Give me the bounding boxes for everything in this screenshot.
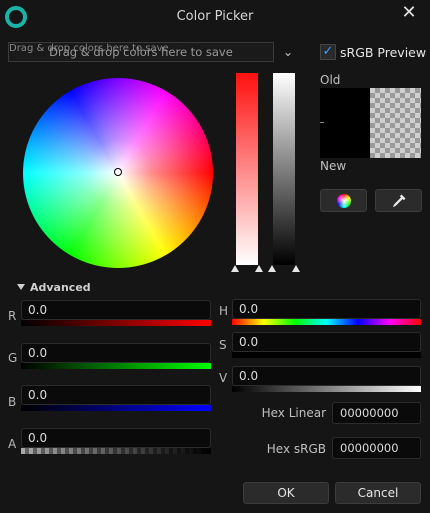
b-gradient-slider[interactable] (21, 405, 211, 411)
drop-zone-label: Drag & drop colors here to save (49, 45, 233, 59)
saturation-slider[interactable] (236, 73, 258, 265)
srgb-preview-label: sRGB Preview (340, 45, 427, 60)
old-color-label: Old (320, 73, 341, 87)
g-gradient-slider[interactable] (21, 363, 211, 369)
r-label: R (8, 309, 17, 323)
r-gradient-slider[interactable] (21, 320, 211, 326)
advanced-section-label[interactable]: Advanced (30, 281, 91, 294)
value-handle-left[interactable] (268, 265, 276, 272)
g-label: G (8, 351, 18, 365)
b-input[interactable]: 0.0 (21, 385, 211, 405)
window-title: Color Picker (176, 9, 254, 24)
eyedropper-button[interactable] (375, 189, 422, 212)
color-wheel-handle[interactable] (114, 168, 122, 176)
v-input[interactable]: 0.0 (232, 366, 421, 386)
v-label: V (219, 371, 228, 385)
a-label: A (8, 437, 17, 451)
cancel-button[interactable]: Cancel (335, 482, 421, 504)
advanced-toggle-icon[interactable] (17, 284, 25, 290)
b-label: B (8, 395, 17, 409)
eyedropper-icon (392, 194, 405, 207)
old-color-swatch (320, 88, 370, 158)
new-color-swatch (370, 88, 421, 158)
swatch-tick (320, 122, 324, 123)
ok-button[interactable]: OK (243, 482, 329, 504)
h-label: H (219, 304, 229, 318)
hex-srgb-input[interactable]: 00000000 (332, 437, 421, 459)
hex-linear-input[interactable]: 00000000 (332, 402, 421, 424)
srgb-preview-checkbox[interactable]: ✓ (320, 44, 336, 60)
saturation-handle-left[interactable] (231, 265, 239, 272)
close-icon[interactable]: ✕ (398, 2, 420, 24)
a-gradient-slider[interactable] (21, 448, 211, 454)
s-input[interactable]: 0.0 (232, 332, 421, 352)
s-label: S (219, 338, 227, 352)
hex-linear-label: Hex Linear (261, 406, 326, 420)
h-input[interactable]: 0.0 (232, 299, 421, 319)
v-gradient-slider[interactable] (232, 386, 421, 392)
value-handle-right[interactable] (292, 265, 300, 272)
r-input[interactable]: 0.0 (21, 300, 211, 320)
s-gradient-slider[interactable] (232, 352, 421, 358)
hex-srgb-label: Hex sRGB (266, 442, 326, 456)
new-color-label: New (320, 159, 347, 173)
chevron-down-icon[interactable]: ⌄ (280, 42, 296, 62)
a-input[interactable]: 0.0 (21, 428, 211, 448)
h-gradient-slider[interactable] (232, 319, 421, 325)
saturation-handle-right[interactable] (255, 265, 263, 272)
g-input[interactable]: 0.0 (21, 343, 211, 363)
color-wheel-icon (336, 194, 351, 208)
color-wheel-button[interactable] (320, 189, 367, 212)
value-slider[interactable] (273, 73, 295, 265)
